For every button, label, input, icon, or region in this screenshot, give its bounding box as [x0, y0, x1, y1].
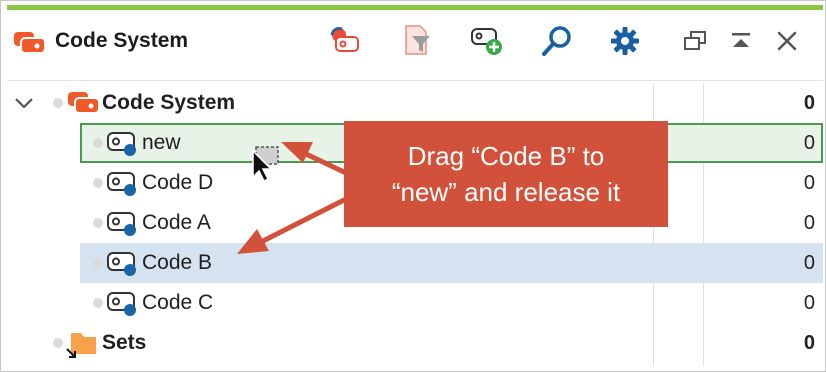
coded-segments-count: 0 [803, 92, 815, 114]
code-system-icon [13, 29, 47, 60]
tree-row-label: Sets [102, 331, 147, 354]
coded-segments-count: 0 [803, 292, 815, 314]
activation-dot[interactable] [53, 338, 63, 348]
tree-row-sets[interactable]: Sets 0 [7, 323, 823, 363]
activation-dot[interactable] [93, 218, 103, 228]
tree-row-code-system[interactable]: Code System 0 [7, 83, 823, 123]
coded-segments-count: 0 [803, 172, 815, 194]
filter-codes-icon[interactable] [397, 23, 437, 59]
tree-row-code-b[interactable]: Code B 0 [7, 243, 823, 283]
tree-row-label: Code C [142, 291, 214, 314]
callout-line-2: “new” and release it [391, 177, 621, 207]
code-tag-icon [106, 210, 140, 243]
activation-dot[interactable] [93, 298, 103, 308]
header-divider [7, 80, 823, 81]
coded-segments-count: 0 [803, 332, 815, 354]
search-icon[interactable] [537, 23, 577, 59]
coded-segments-count: 0 [803, 132, 815, 154]
chevron-down-icon[interactable] [13, 95, 35, 116]
code-tag-icon [106, 250, 140, 283]
activation-dot[interactable] [93, 178, 103, 188]
activation-dot[interactable] [53, 98, 63, 108]
coded-segments-count: 0 [803, 212, 815, 234]
tree-row-label: Code B [142, 251, 213, 274]
tree-row-label: Code A [142, 211, 211, 234]
code-system-icon [67, 89, 101, 120]
code-tag-icon [106, 130, 140, 163]
instruction-callout: Drag “Code B” to “new” and release it [344, 121, 668, 227]
panel-header: Code System [7, 10, 823, 80]
tree-row-label: Code System [102, 91, 236, 114]
activation-dot[interactable] [93, 258, 103, 268]
code-tag-icon [106, 290, 140, 323]
panel-title: Code System [55, 29, 189, 52]
new-code-icon[interactable] [467, 23, 507, 59]
settings-gear-icon[interactable] [605, 23, 645, 59]
maximize-panel-icon[interactable] [721, 23, 761, 59]
close-icon[interactable] [767, 23, 807, 59]
sets-folder-icon [65, 329, 99, 364]
undock-window-icon[interactable] [675, 23, 715, 59]
reset-code-activation-icon[interactable] [325, 23, 365, 59]
activation-dot[interactable] [93, 138, 103, 148]
code-tag-icon [106, 170, 140, 203]
code-system-window: Code System Code System 0 new 0 Code D 0… [0, 0, 826, 372]
tree-row-code-c[interactable]: Code C 0 [7, 283, 823, 323]
drag-cursor-icon [249, 144, 283, 189]
callout-line-1: Drag “Code B” to [407, 141, 605, 171]
tree-row-label: Code D [142, 171, 214, 194]
coded-segments-count: 0 [803, 252, 815, 274]
tree-row-label: new [142, 131, 181, 154]
